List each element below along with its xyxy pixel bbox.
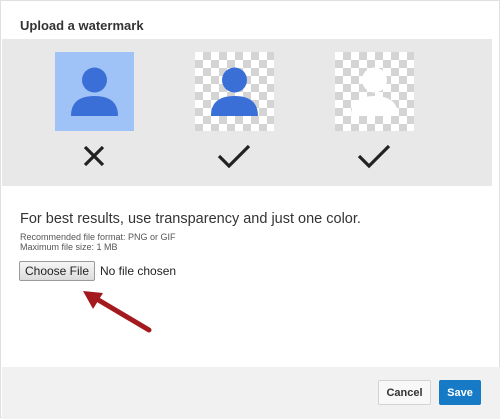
dialog-title: Upload a watermark (20, 18, 144, 33)
arrow-icon (83, 291, 152, 333)
file-status: No file chosen (100, 264, 177, 278)
upload-watermark-dialog: Upload a watermark For best results, use… (0, 0, 500, 419)
checkmark-icon (357, 144, 391, 169)
cancel-button[interactable]: Cancel (378, 380, 431, 405)
transparency-hint: For best results, use transparency and j… (20, 211, 361, 227)
save-button[interactable]: Save (439, 380, 481, 405)
watermark-examples (2, 39, 492, 186)
person-icon (71, 67, 118, 116)
example-transparent-white (335, 52, 414, 131)
choose-file-button[interactable]: Choose File (19, 261, 95, 281)
cross-icon (83, 145, 105, 167)
person-icon (351, 67, 398, 116)
example-solid-background (55, 52, 134, 131)
example-transparent-blue (195, 52, 274, 131)
size-note: Maximum file size: 1 MB (20, 242, 118, 252)
person-icon (211, 67, 258, 116)
checkmark-icon (217, 144, 251, 169)
format-note: Recommended file format: PNG or GIF (20, 232, 176, 242)
